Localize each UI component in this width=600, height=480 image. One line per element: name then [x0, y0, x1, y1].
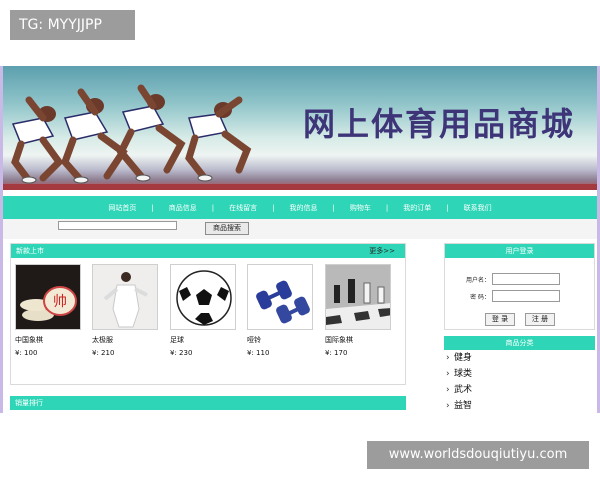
search-button[interactable]: 商品搜索	[205, 222, 249, 235]
product-name[interactable]: 哑铃	[247, 335, 313, 345]
nav-item-cart[interactable]: 购物车	[335, 203, 386, 213]
category-item[interactable]: › 球类	[444, 366, 595, 382]
new-products-title: 新款上市	[16, 247, 44, 255]
more-link[interactable]: 更多>>	[369, 244, 395, 258]
nav-item-home[interactable]: 网站首页	[93, 203, 151, 213]
password-label: 密 码：	[470, 294, 490, 301]
login-header: 用户登录	[445, 244, 594, 258]
chevron-right-icon: ›	[446, 385, 450, 395]
product-price: ¥: 210	[92, 349, 115, 357]
category-label[interactable]: 健身	[454, 353, 472, 363]
product-card[interactable]: 足球 ¥: 230	[170, 264, 236, 357]
login-panel: 用户登录 用户名： 密 码： 登 录 注 册	[444, 243, 595, 330]
chess-image[interactable]	[325, 264, 391, 330]
login-button[interactable]: 登 录	[485, 313, 515, 326]
product-price: ¥: 230	[170, 349, 193, 357]
nav-item-contact[interactable]: 联系我们	[449, 203, 507, 213]
chevron-right-icon: ›	[446, 353, 450, 363]
username-label: 用户名：	[465, 277, 490, 284]
sales-rank-title: 销量排行	[15, 399, 43, 407]
chevron-right-icon: ›	[446, 401, 450, 411]
category-header: 商品分类	[444, 336, 595, 350]
password-input[interactable]	[492, 290, 560, 302]
nav-item-messages[interactable]: 在线留言	[214, 203, 272, 213]
product-price: ¥: 110	[247, 349, 270, 357]
new-products-panel: 新款上市 更多>> 帅 中国象棋 ¥: 100 太极服 ¥: 210 足球 ¥:…	[10, 243, 406, 385]
sales-rank-panel: 销量排行	[10, 396, 406, 413]
page: TG: MYYJJPP 网上体育用品商城 网站首页 | 商品信息 | 在线留言 …	[0, 0, 600, 480]
password-row: 密 码：	[445, 290, 594, 302]
sales-rank-header: 销量排行	[10, 396, 406, 410]
product-price: ¥: 170	[325, 349, 348, 357]
product-name[interactable]: 太极服	[92, 335, 158, 345]
product-card[interactable]: 太极服 ¥: 210	[92, 264, 158, 357]
chinese-chess-image[interactable]: 帅	[15, 264, 81, 330]
category-item[interactable]: › 益智	[444, 398, 595, 413]
register-button[interactable]: 注 册	[525, 313, 555, 326]
main-nav: 网站首页 | 商品信息 | 在线留言 | 我的信息 | 购物车 | 我的订单 |…	[3, 196, 597, 219]
new-products-header: 新款上市 更多>>	[11, 244, 405, 258]
product-card[interactable]: 国际象棋 ¥: 170	[325, 264, 391, 357]
tg-watermark: TG: MYYJJPP	[10, 10, 135, 40]
football-image[interactable]	[170, 264, 236, 330]
nav-item-orders[interactable]: 我的订单	[388, 203, 446, 213]
running-track	[3, 184, 597, 190]
product-price: ¥: 100	[15, 349, 38, 357]
category-label[interactable]: 益智	[454, 401, 472, 411]
category-panel: 商品分类 › 健身 › 球类 › 武术 › 益智	[444, 336, 595, 413]
product-name[interactable]: 国际象棋	[325, 335, 391, 345]
sprinters-illustration	[11, 84, 252, 184]
category-item[interactable]: › 武术	[444, 382, 595, 398]
username-input[interactable]	[492, 273, 560, 285]
chevron-right-icon: ›	[446, 369, 450, 379]
nav-item-my-info[interactable]: 我的信息	[275, 203, 333, 213]
search-bar: 商品搜索	[3, 219, 597, 239]
taichi-suit-image[interactable]	[92, 264, 158, 330]
product-name[interactable]: 中国象棋	[15, 335, 81, 345]
category-label[interactable]: 球类	[454, 369, 472, 379]
svg-text:帅: 帅	[53, 294, 67, 310]
username-row: 用户名：	[445, 273, 594, 285]
banner-title: 网上体育用品商城	[302, 105, 575, 143]
site-url-watermark: www.worldsdouqiutiyu.com	[367, 441, 589, 469]
product-card[interactable]: 哑铃 ¥: 110	[247, 264, 313, 357]
product-name[interactable]: 足球	[170, 335, 236, 345]
search-input[interactable]	[58, 221, 177, 230]
category-label[interactable]: 武术	[454, 385, 472, 395]
product-card[interactable]: 帅 中国象棋 ¥: 100	[15, 264, 81, 357]
site-banner: 网上体育用品商城	[3, 66, 597, 190]
category-item[interactable]: › 健身	[444, 350, 595, 366]
dumbbell-image[interactable]	[247, 264, 313, 330]
website-frame: 网上体育用品商城 网站首页 | 商品信息 | 在线留言 | 我的信息 | 购物车…	[0, 66, 600, 413]
nav-item-products[interactable]: 商品信息	[154, 203, 212, 213]
